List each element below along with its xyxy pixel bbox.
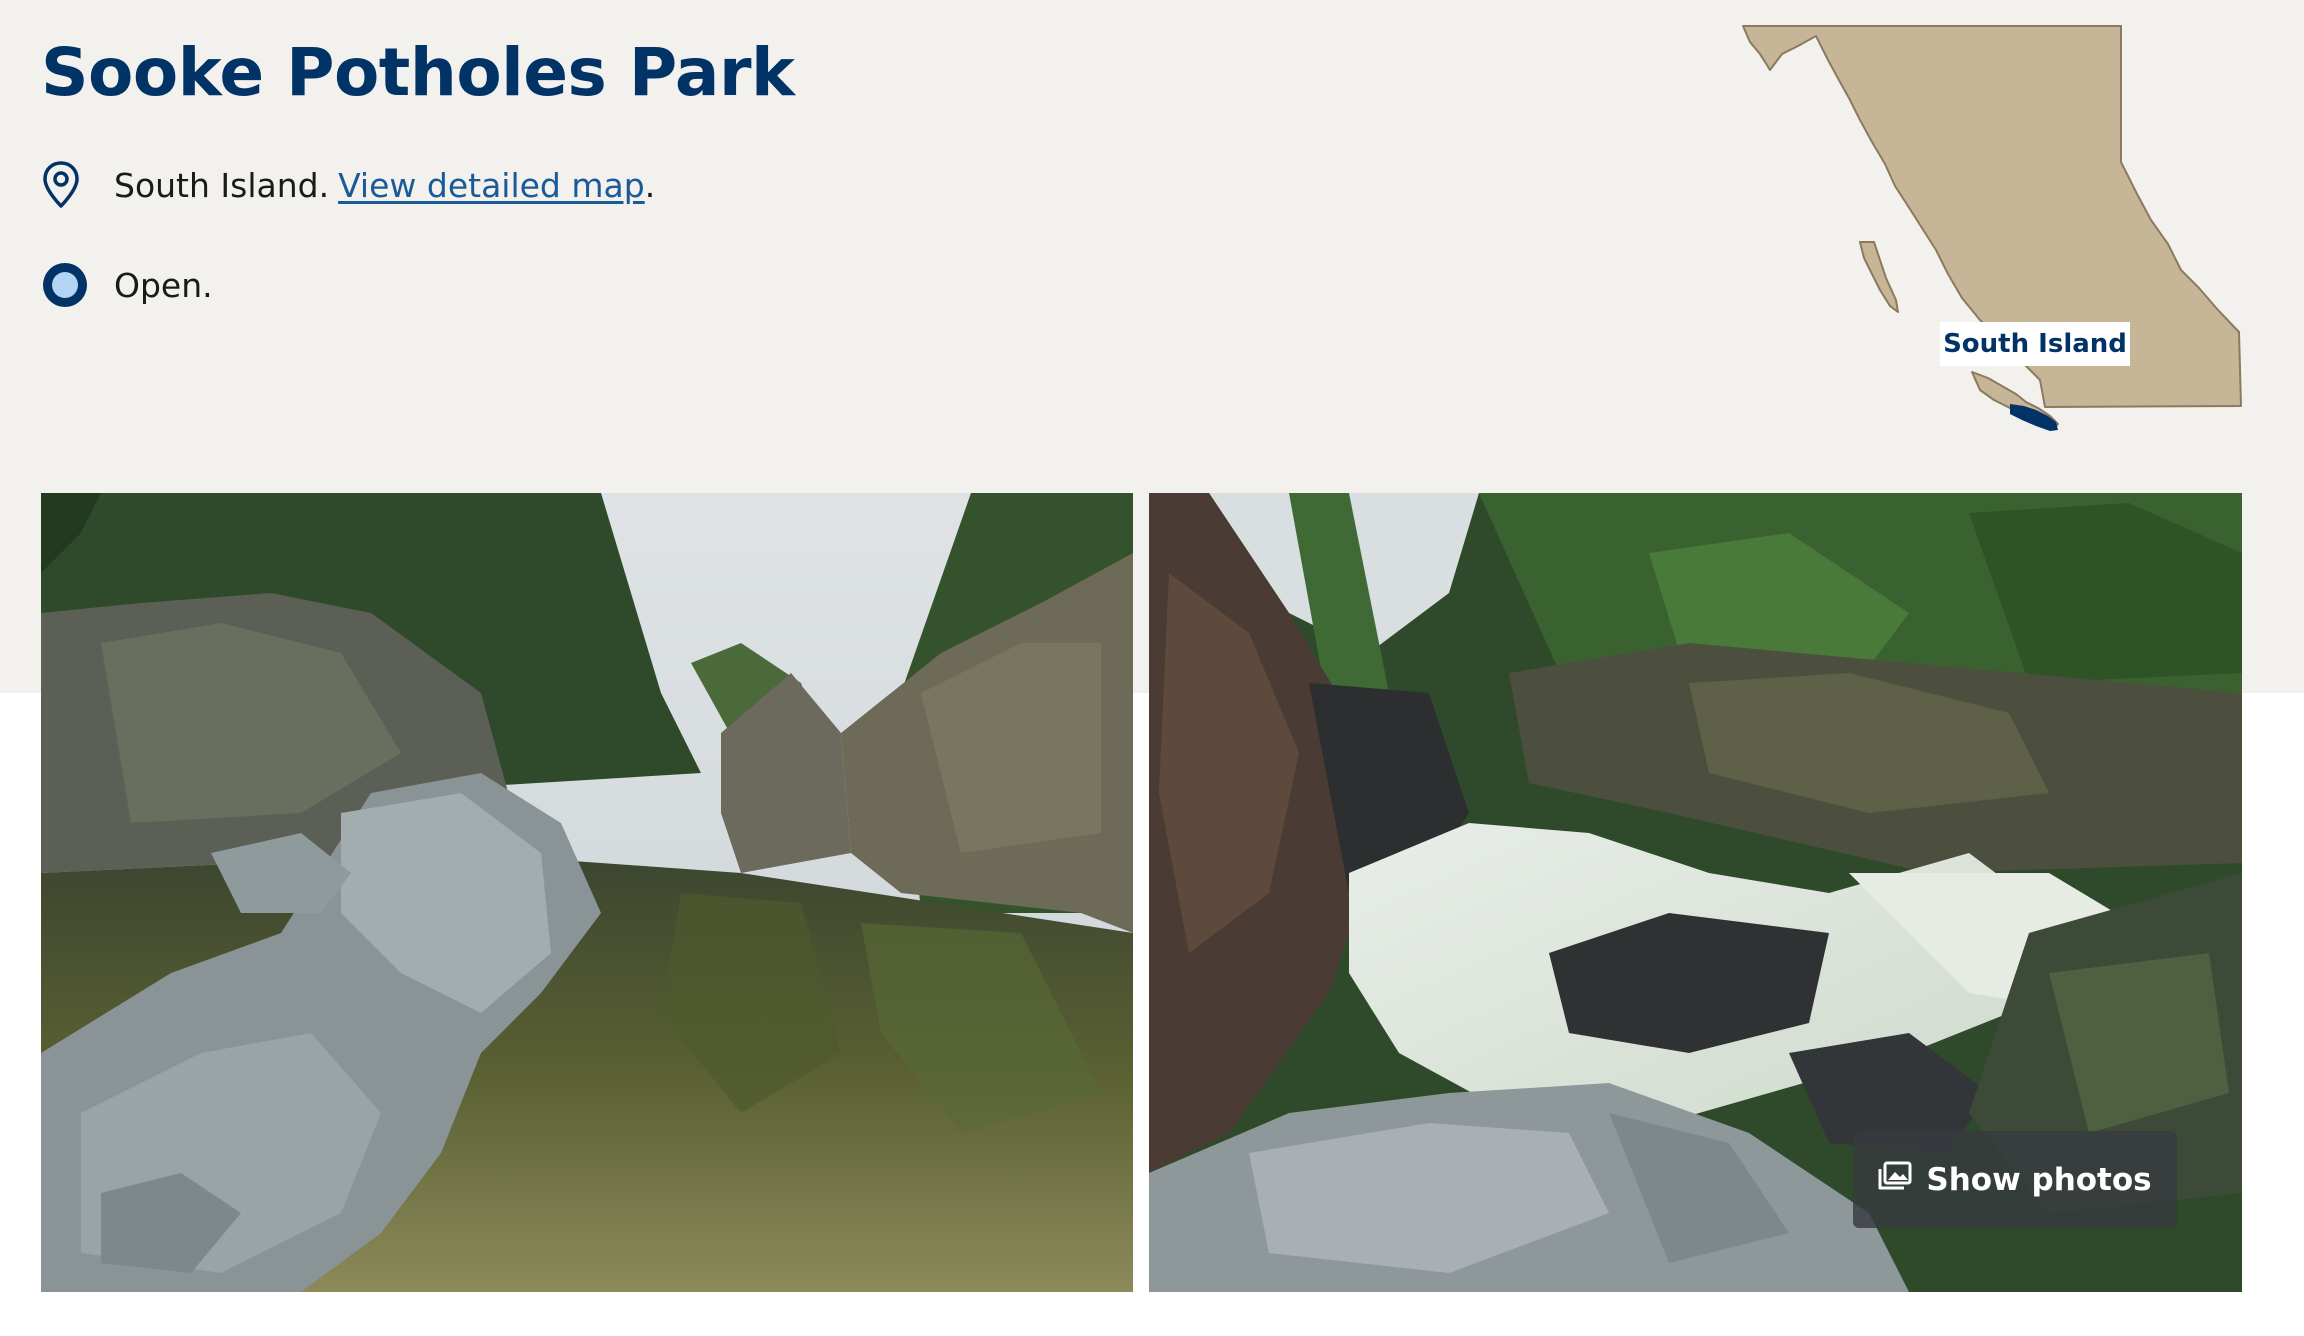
status-dot-icon bbox=[41, 260, 91, 310]
view-detailed-map-link[interactable]: View detailed map bbox=[338, 166, 645, 205]
status-label: Open. bbox=[114, 265, 213, 305]
location-row: South Island. View detailed map . bbox=[41, 160, 655, 210]
location-trailing-period: . bbox=[644, 165, 656, 205]
park-photo-river-pool[interactable] bbox=[41, 493, 1133, 1292]
photo-gallery-icon bbox=[1878, 1161, 1912, 1199]
page-title: Sooke Potholes Park bbox=[41, 34, 795, 111]
show-photos-label: Show photos bbox=[1926, 1161, 2152, 1198]
region-map-label: South Island bbox=[1940, 322, 2130, 366]
northern-islands bbox=[1859, 241, 1899, 313]
province-overview-map bbox=[1742, 25, 2242, 431]
show-photos-button[interactable]: Show photos bbox=[1853, 1131, 2177, 1228]
location-region: South Island. bbox=[114, 165, 330, 205]
map-pin-icon bbox=[41, 160, 91, 210]
status-row: Open. bbox=[41, 260, 213, 310]
